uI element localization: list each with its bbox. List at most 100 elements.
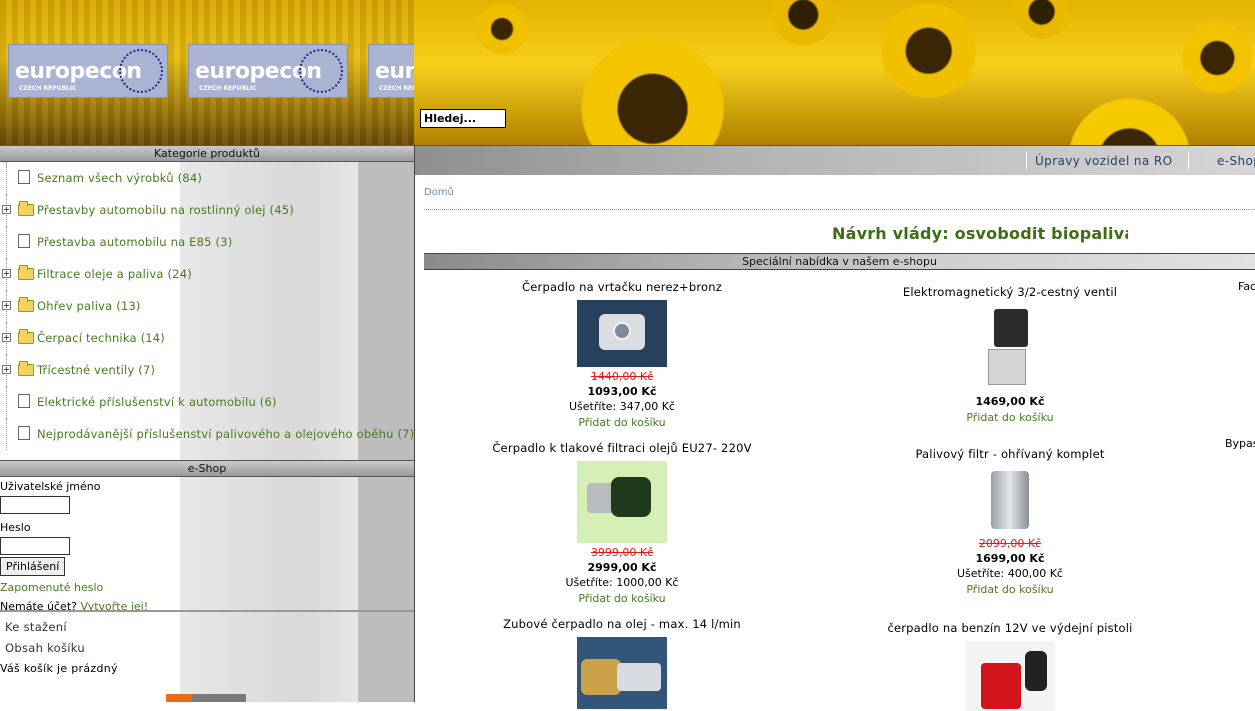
tree-line	[6, 386, 18, 418]
add-to-cart-link[interactable]: Přidat do košíku	[487, 416, 757, 429]
product-card: Elektromagnetický 3/2-cestný ventil 1469…	[875, 285, 1145, 424]
logo-subtitle: CZECH REPUBLIC	[19, 85, 77, 92]
category-label[interactable]: Přestavba automobilu na E85 (3)	[37, 235, 232, 249]
savings: Ušetříte: 347,00 Kč	[569, 400, 675, 413]
forgot-password-link[interactable]: Zapomenuté heslo	[0, 581, 103, 594]
breadcrumb[interactable]: Domů	[424, 187, 454, 198]
category-item[interactable]: + Čerpací technika (14)	[0, 322, 414, 354]
cart-contents-link[interactable]: Obsah košíku	[0, 641, 414, 662]
new-price: 1093,00 Kč	[587, 385, 657, 398]
add-to-cart-link[interactable]: Přidat do košíku	[487, 592, 757, 605]
nav-item-eshop[interactable]: e-Shop	[1217, 154, 1255, 168]
tree-line	[6, 162, 18, 194]
old-price: 1440,00 Kč	[590, 370, 654, 383]
special-offer-heading: Speciální nabídka v našem e-shopu	[424, 253, 1255, 270]
new-price: 2999,00 Kč	[587, 561, 657, 574]
forgot-password-row: Zapomenuté heslo	[0, 581, 414, 594]
username-label: Uživatelské jméno	[0, 480, 101, 493]
folder-icon	[18, 361, 34, 376]
search-input[interactable]: Hledej...	[420, 109, 506, 128]
category-label[interactable]: Čerpací technika (14)	[37, 331, 165, 345]
nav-separator	[1188, 152, 1189, 170]
category-item[interactable]: + Přestavby automobilu na rostlinný olej…	[0, 194, 414, 226]
category-item[interactable]: + Ohřev paliva (13)	[0, 290, 414, 322]
document-icon	[18, 394, 30, 408]
product-card: Palivový filtr - ohřívaný komplet 2099,0…	[875, 447, 1145, 596]
eu-stars-icon	[299, 49, 343, 93]
category-label[interactable]: Elektrické příslušenství k automobilu (6…	[37, 395, 277, 409]
product-name[interactable]: Elektromagnetický 3/2-cestný ventil	[875, 285, 1145, 299]
eu-stars-icon	[119, 49, 163, 93]
top-nav: Úpravy vozidel na RO e-Shop	[415, 145, 1255, 175]
cart-status: Váš košík je prázdný	[0, 662, 118, 675]
product-image[interactable]	[965, 641, 1055, 711]
savings: Ušetříte: 1000,00 Kč	[565, 576, 679, 589]
login-button[interactable]: Přihlášení	[0, 557, 66, 576]
rss-badge[interactable]	[166, 694, 246, 702]
expand-icon[interactable]: +	[2, 301, 11, 310]
news-headline[interactable]: Návrh vlády: osvobodit biopaliva od spot…	[832, 224, 1128, 243]
product-card: Čerpadlo na vrtačku nerez+bronz 1440,00 …	[487, 280, 757, 429]
logo-subtitle: CZECH REPUBLIC	[199, 85, 257, 92]
folder-icon	[18, 297, 34, 312]
folder-icon	[18, 201, 34, 216]
product-name[interactable]: Zubové čerpadlo na olej - max. 14 l/min	[487, 617, 757, 631]
eshop-heading: e-Shop	[0, 460, 414, 477]
add-to-cart-link[interactable]: Přidat do košíku	[875, 411, 1145, 424]
add-to-cart-link[interactable]: Přidat do košíku	[875, 583, 1145, 596]
document-icon	[18, 170, 30, 184]
category-item[interactable]: Seznam všech výrobků (84)	[0, 162, 414, 194]
category-label[interactable]: Nejprodávanější příslušenství palivového…	[37, 427, 414, 441]
product-image[interactable]	[577, 461, 667, 543]
new-price: 1469,00 Kč	[975, 395, 1045, 408]
sidebar-links: Ke stažení Obsah košíku Váš košík je prá…	[0, 610, 414, 683]
categories-heading: Kategorie produktů	[0, 145, 414, 162]
rss-icon	[166, 694, 192, 702]
expand-icon[interactable]: +	[2, 333, 11, 342]
product-image[interactable]	[980, 305, 1040, 393]
new-price: 1699,00 Kč	[975, 552, 1045, 565]
left-sidebar: Kategorie produktů Seznam všech výrobků …	[0, 145, 415, 702]
logo[interactable]: europecon CZECH REPUBLIC	[188, 44, 348, 98]
category-label[interactable]: Třícestné ventily (7)	[37, 363, 155, 377]
category-item[interactable]: Elektrické příslušenství k automobilu (6…	[0, 386, 414, 418]
divider	[424, 209, 1255, 210]
category-label[interactable]: Přestavby automobilu na rostlinný olej (…	[37, 203, 294, 217]
logo-text: europecon	[375, 59, 414, 84]
logo-strip: europecon CZECH REPUBLIC europecon CZECH…	[0, 0, 414, 145]
category-label[interactable]: Seznam všech výrobků (84)	[37, 171, 202, 185]
product-image[interactable]	[577, 637, 667, 709]
category-item[interactable]: + Třícestné ventily (7)	[0, 354, 414, 386]
product-name-cut[interactable]: Bypas	[1225, 437, 1255, 450]
product-card: Zubové čerpadlo na olej - max. 14 l/min	[487, 617, 757, 709]
expand-icon[interactable]: +	[2, 269, 11, 278]
logo[interactable]: europecon CZECH REPUBLIC	[368, 44, 414, 98]
downloads-link[interactable]: Ke stažení	[0, 620, 414, 641]
product-name[interactable]: Čerpadlo na vrtačku nerez+bronz	[487, 280, 757, 294]
product-name-cut[interactable]: Fac	[1238, 280, 1255, 293]
category-item[interactable]: + Filtrace oleje a paliva (24)	[0, 258, 414, 290]
expand-icon[interactable]: +	[2, 205, 11, 214]
product-name[interactable]: Palivový filtr - ohřívaný komplet	[875, 447, 1145, 461]
category-label[interactable]: Ohřev paliva (13)	[37, 299, 141, 313]
folder-icon	[18, 265, 34, 280]
old-price: 2099,00 Kč	[978, 537, 1042, 550]
product-image[interactable]	[965, 467, 1055, 534]
category-tree: Seznam všech výrobků (84) + Přestavby au…	[0, 162, 414, 450]
eshop-login-panel: e-Shop Uživatelské jméno Heslo Přihlášen…	[0, 460, 414, 613]
category-item[interactable]: Přestavba automobilu na E85 (3)	[0, 226, 414, 258]
logo-subtitle: CZECH REPUBLIC	[379, 85, 414, 92]
expand-icon[interactable]: +	[2, 365, 11, 374]
nav-item-vehicle-conversions[interactable]: Úpravy vozidel na RO	[1035, 154, 1173, 168]
product-image[interactable]	[577, 300, 667, 367]
username-field[interactable]	[0, 496, 70, 514]
product-name[interactable]: Čerpadlo k tlakové filtraci olejů EU27- …	[487, 441, 757, 455]
product-name[interactable]: čerpadlo na benzín 12V ve výdejní pistol…	[875, 621, 1145, 635]
category-item[interactable]: Nejprodávanější příslušenství palivového…	[0, 418, 414, 450]
product-card: čerpadlo na benzín 12V ve výdejní pistol…	[875, 621, 1145, 711]
password-field[interactable]	[0, 537, 70, 555]
nav-separator	[1026, 152, 1027, 170]
logo[interactable]: europecon CZECH REPUBLIC	[8, 44, 168, 98]
document-icon	[18, 426, 30, 440]
category-label[interactable]: Filtrace oleje a paliva (24)	[37, 267, 192, 281]
